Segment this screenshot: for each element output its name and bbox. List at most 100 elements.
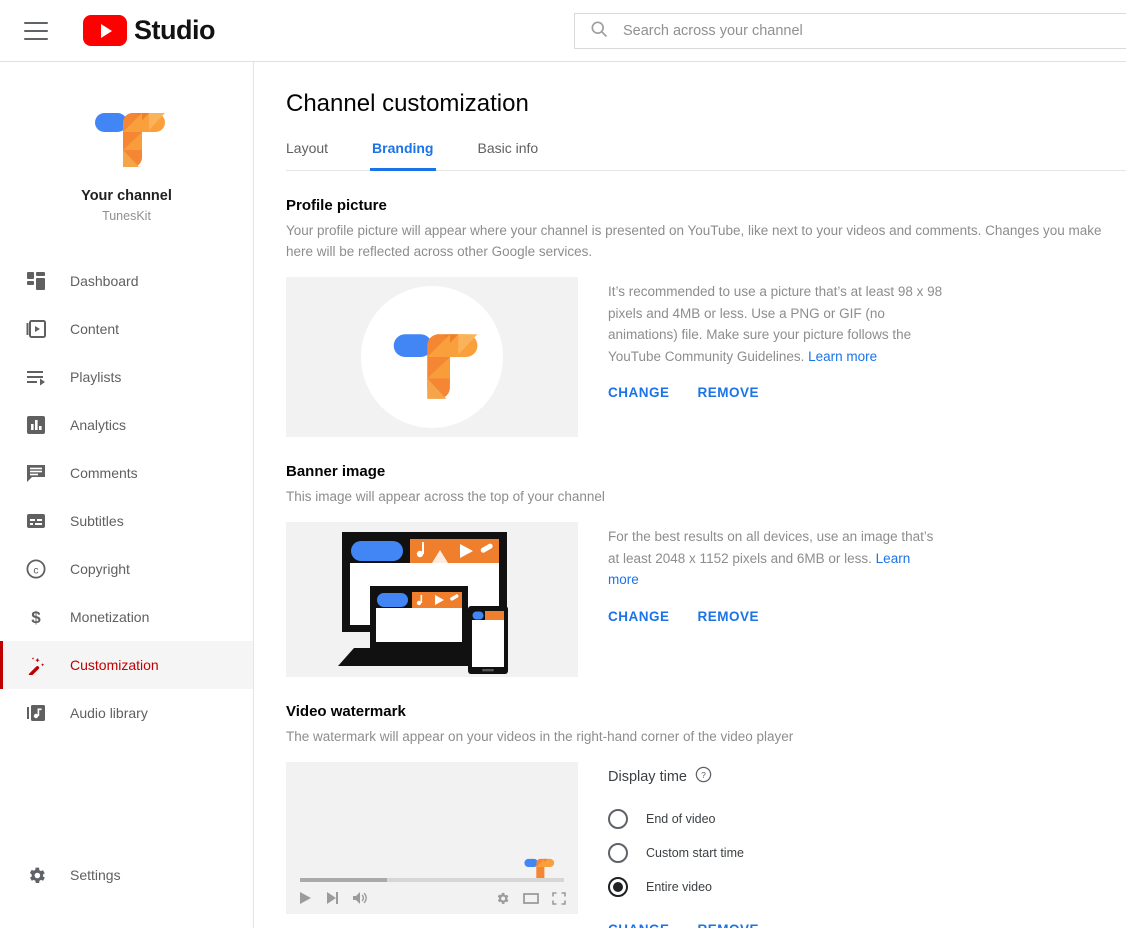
copyright-icon: c bbox=[24, 557, 48, 581]
sidebar-item-label: Copyright bbox=[70, 561, 130, 577]
sidebar: Your channel TunesKit Dashboard Content bbox=[0, 62, 254, 928]
sidebar-item-label: Monetization bbox=[70, 609, 150, 625]
svg-text:?: ? bbox=[701, 770, 706, 780]
gear-icon bbox=[24, 863, 48, 887]
change-button[interactable]: CHANGE bbox=[608, 922, 670, 928]
radio-button[interactable] bbox=[608, 877, 628, 897]
sidebar-item-label: Subtitles bbox=[70, 513, 124, 529]
content-icon bbox=[24, 317, 48, 341]
profile-info-text: It’s recommended to use a picture that’s… bbox=[608, 281, 944, 367]
sidebar-nav: Dashboard Content Playlists Analytics Co… bbox=[0, 257, 253, 928]
change-button[interactable]: CHANGE bbox=[608, 609, 670, 624]
sidebar-item-audio-library[interactable]: Audio library bbox=[0, 689, 253, 737]
channel-summary[interactable]: Your channel TunesKit bbox=[0, 62, 253, 237]
theater-mode-icon[interactable] bbox=[523, 892, 539, 905]
section-description: The watermark will appear on your videos… bbox=[286, 729, 794, 744]
sidebar-item-label: Playlists bbox=[70, 369, 122, 385]
volume-icon[interactable] bbox=[352, 891, 368, 905]
sidebar-item-partial[interactable] bbox=[0, 913, 253, 928]
sidebar-item-label: Audio library bbox=[70, 705, 148, 721]
tab-bar: Layout Branding Basic info bbox=[286, 140, 1126, 171]
search-bar[interactable] bbox=[574, 13, 1126, 49]
dashboard-icon bbox=[24, 269, 48, 293]
sidebar-item-subtitles[interactable]: Subtitles bbox=[0, 497, 253, 545]
svg-text:c: c bbox=[33, 564, 38, 576]
progress-bar[interactable] bbox=[300, 878, 564, 882]
banner-actions: CHANGE REMOVE bbox=[608, 609, 944, 624]
next-track-icon[interactable] bbox=[325, 891, 339, 905]
learn-more-link[interactable]: Learn more bbox=[808, 349, 877, 364]
device-mockup-icon bbox=[338, 531, 508, 674]
sidebar-item-analytics[interactable]: Analytics bbox=[0, 401, 253, 449]
sidebar-item-dashboard[interactable]: Dashboard bbox=[0, 257, 253, 305]
section-video-watermark: Video watermark The watermark will appea… bbox=[286, 703, 1126, 928]
sidebar-item-copyright[interactable]: c Copyright bbox=[0, 545, 253, 593]
section-description: This image will appear across the top of… bbox=[286, 489, 605, 504]
remove-button[interactable]: REMOVE bbox=[698, 922, 760, 928]
sidebar-item-playlists[interactable]: Playlists bbox=[0, 353, 253, 401]
sidebar-item-monetization[interactable]: $ Monetization bbox=[0, 593, 253, 641]
profile-picture-preview bbox=[286, 277, 578, 437]
sidebar-item-content[interactable]: Content bbox=[0, 305, 253, 353]
radio-end-of-video[interactable]: End of video bbox=[608, 802, 787, 836]
banner-image-preview bbox=[286, 522, 578, 677]
hamburger-icon[interactable] bbox=[24, 21, 48, 40]
banner-info-text: For the best results on all devices, use… bbox=[608, 526, 944, 591]
change-button[interactable]: CHANGE bbox=[608, 385, 670, 400]
tab-layout[interactable]: Layout bbox=[286, 140, 328, 170]
fullscreen-icon[interactable] bbox=[552, 891, 566, 905]
radio-label: Custom start time bbox=[646, 846, 744, 860]
audio-library-icon bbox=[24, 701, 48, 725]
playlists-icon bbox=[24, 365, 48, 389]
app-header: Studio bbox=[0, 0, 1126, 62]
svg-text:$: $ bbox=[31, 608, 41, 627]
radio-entire-video[interactable]: Entire video bbox=[608, 870, 787, 904]
comments-icon bbox=[24, 461, 48, 485]
sidebar-item-customization[interactable]: Customization bbox=[0, 641, 253, 689]
page-title: Channel customization bbox=[286, 90, 529, 117]
tab-branding[interactable]: Branding bbox=[370, 140, 436, 171]
section-description: Your profile picture will appear where y… bbox=[286, 223, 1102, 259]
display-time-row: Display time ? bbox=[608, 766, 787, 788]
radio-label: End of video bbox=[646, 812, 716, 826]
subtitles-icon bbox=[24, 509, 48, 533]
tuneskit-logo-icon bbox=[81, 92, 173, 172]
radio-label: Entire video bbox=[646, 880, 713, 894]
main-content: Channel customization Layout Branding Ba… bbox=[255, 62, 1126, 928]
sidebar-item-label: Analytics bbox=[70, 417, 127, 433]
search-input[interactable] bbox=[623, 23, 1103, 39]
profile-actions: CHANGE REMOVE bbox=[608, 385, 944, 400]
remove-button[interactable]: REMOVE bbox=[698, 385, 760, 400]
tab-basic-info[interactable]: Basic info bbox=[478, 140, 539, 170]
channel-name: TunesKit bbox=[102, 209, 151, 223]
display-time-label: Display time bbox=[608, 769, 687, 785]
studio-brand[interactable]: Studio bbox=[83, 15, 215, 46]
radio-button[interactable] bbox=[608, 809, 628, 829]
section-title: Profile picture bbox=[286, 197, 387, 214]
sidebar-item-label: Customization bbox=[70, 657, 159, 673]
help-circle-icon[interactable]: ? bbox=[695, 766, 712, 788]
radio-button[interactable] bbox=[608, 843, 628, 863]
search-icon bbox=[589, 19, 609, 44]
sidebar-item-settings[interactable]: Settings bbox=[0, 851, 253, 899]
sidebar-item-label: Content bbox=[70, 321, 120, 337]
play-icon[interactable] bbox=[298, 891, 312, 905]
section-title: Banner image bbox=[286, 463, 386, 480]
avatar bbox=[361, 286, 503, 428]
gear-icon[interactable] bbox=[495, 891, 510, 906]
sidebar-item-comments[interactable]: Comments bbox=[0, 449, 253, 497]
sidebar-item-label: Comments bbox=[70, 465, 138, 481]
remove-button[interactable]: REMOVE bbox=[698, 609, 760, 624]
watermark-preview bbox=[286, 762, 578, 914]
section-banner-image: Banner image This image will appear acro… bbox=[286, 463, 1126, 677]
youtube-studio-page: Studio Your c bbox=[0, 0, 1126, 928]
brand-label: Studio bbox=[134, 15, 215, 45]
channel-title: Your channel bbox=[81, 188, 172, 204]
profile-info: It’s recommended to use a picture that’s… bbox=[608, 284, 943, 364]
analytics-icon bbox=[24, 413, 48, 437]
video-player-controls bbox=[286, 878, 578, 914]
sidebar-item-label: Dashboard bbox=[70, 273, 139, 289]
magic-wand-icon bbox=[24, 653, 48, 677]
section-title: Video watermark bbox=[286, 703, 406, 720]
radio-custom-start-time[interactable]: Custom start time bbox=[608, 836, 787, 870]
